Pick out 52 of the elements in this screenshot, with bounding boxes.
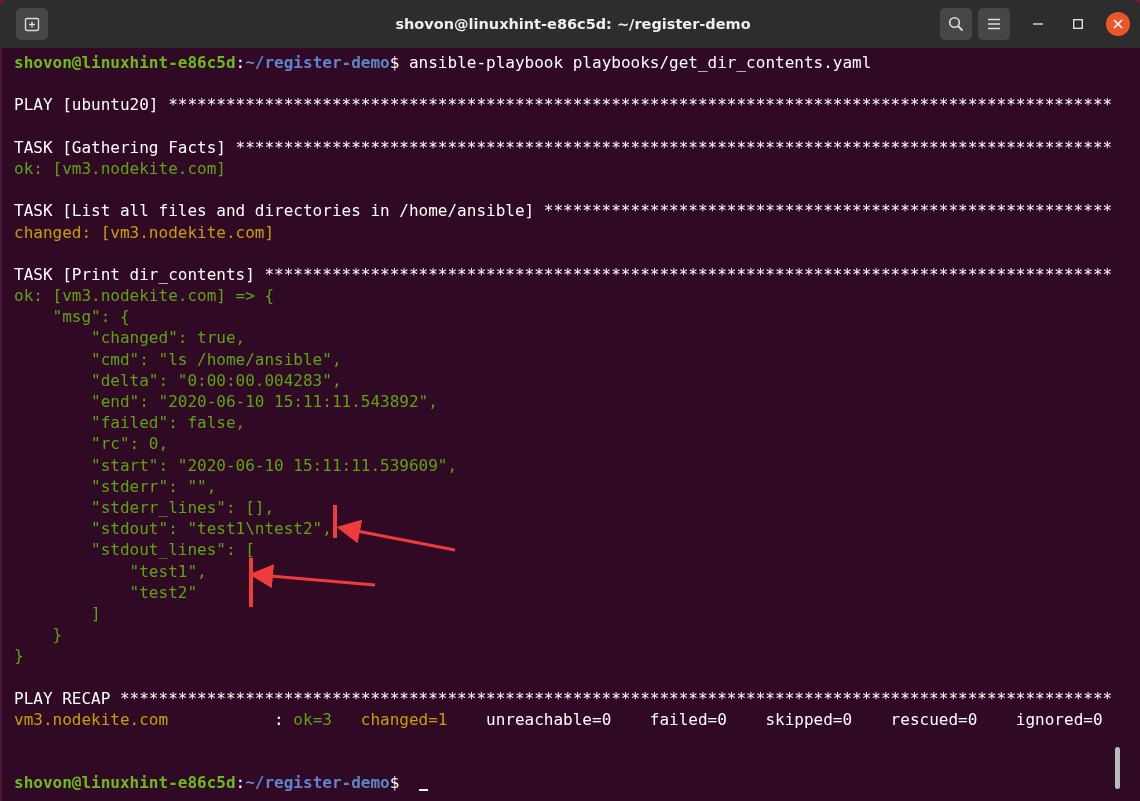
ok-text: "delta": "0:00:00.004283",: [90, 370, 342, 390]
ok-text: "end": "2020-06-10 15:11:11.543892",: [90, 392, 438, 411]
ok-text: "start": "2020-06-10 15:11:11.539609",: [90, 455, 458, 475]
output-text: TASK [Gathering Facts] *******************************************************************************************: [14, 137, 1113, 157]
ok-text: "cmd": "ls /home/ansible",: [90, 349, 342, 369]
prompt-path: ~/register-demo: [245, 773, 390, 793]
minimize-icon: [1033, 23, 1043, 25]
output-text: :: [235, 53, 246, 72]
prompt-user: shovon@linuxhint-e86c5d: [14, 53, 236, 72]
new-tab-icon: [24, 16, 40, 32]
changed-text: vm3.nodekite.com: [14, 709, 169, 729]
ok-text: ok: [vm3.nodekite.com] => {: [14, 286, 275, 306]
new-tab-button[interactable]: [16, 8, 48, 40]
ok-text: "msg": {: [51, 307, 130, 327]
output-text: PLAY RECAP *******************************************************************************************************: [14, 688, 1113, 708]
ok-text: "stdout_lines": [: [90, 540, 255, 560]
close-icon: [1113, 19, 1123, 29]
ok-text: "test1",: [128, 561, 207, 581]
menu-icon: [987, 18, 1001, 30]
search-button[interactable]: [940, 8, 972, 40]
ok-text: ok: [vm3.nodekite.com]: [14, 158, 226, 178]
output-text: $: [389, 773, 401, 793]
output-text: :: [235, 773, 246, 793]
highlight-bar: [249, 558, 253, 607]
output-text: $ ansible-playbook playbooks/get_dir_contents.yaml: [389, 53, 872, 72]
output-text: unreachable=0 failed=0 skipped=0 rescued=0 ignored=0: [485, 709, 1103, 729]
close-button[interactable]: [1106, 12, 1130, 36]
ok-text: "changed": true,: [90, 328, 246, 348]
prompt-user: shovon@linuxhint-e86c5d: [14, 773, 236, 793]
output-text: PLAY [ubuntu20] **************************************************************************************************: [14, 95, 1113, 115]
ok-text: }: [14, 646, 24, 666]
output-text: TASK [List all files and directories in /home/ansible] ***********************************************************: [14, 201, 1113, 221]
ok-text: "stderr": "",: [90, 476, 217, 496]
ok-text: "test2": [128, 582, 198, 602]
scrollbar-thumb[interactable]: [1115, 747, 1120, 789]
output-text: TASK [Print dir_contents] ****************************************************************************************: [14, 264, 1113, 284]
output-text: :: [273, 709, 285, 729]
changed-text: changed=1: [360, 709, 448, 729]
ok-text: "rc": 0,: [90, 434, 169, 454]
search-icon: [948, 16, 964, 32]
ok-text: "stdout": "test1\ntest2",: [90, 519, 332, 539]
prompt-path: ~/register-demo: [245, 53, 390, 72]
highlight-bar: [333, 505, 337, 538]
ok-text: ok=3: [293, 709, 333, 729]
ok-text: ]: [90, 603, 101, 623]
menu-button[interactable]: [978, 8, 1010, 40]
window-title: shovon@linuxhint-e86c5d: ~/register-demo: [395, 16, 751, 32]
ok-text: }: [51, 625, 63, 645]
ok-text: "stderr_lines": [],: [90, 497, 275, 517]
maximize-icon: [1073, 19, 1083, 29]
ok-text: "failed": false,: [90, 413, 246, 433]
changed-text: changed: [vm3.nodekite.com]: [14, 222, 275, 242]
